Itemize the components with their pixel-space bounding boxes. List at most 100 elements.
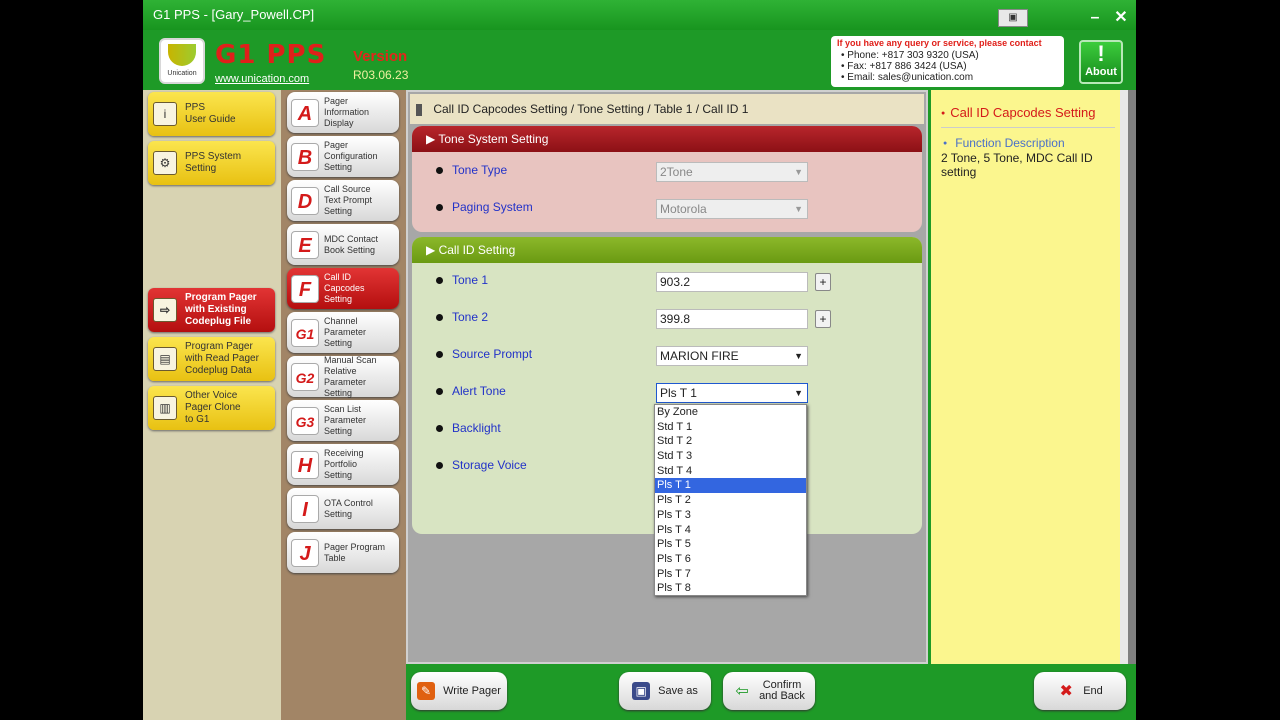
- page-nav-item-g3[interactable]: G3 Scan List Parameter Setting: [287, 400, 399, 441]
- bullet-icon: [436, 277, 443, 284]
- tone1-input[interactable]: 903.2: [656, 272, 808, 292]
- page-nav-item-i[interactable]: I OTA Control Setting: [287, 488, 399, 529]
- left-nav-item-2[interactable]: ⇨ Program Pager with Existing Codeplug Fi…: [148, 288, 275, 332]
- alert-tone-option[interactable]: Pls T 5: [655, 537, 806, 552]
- page-nav-label: Pager Program Table: [324, 541, 386, 563]
- tone1-row: Tone 1 903.2 +: [432, 270, 912, 294]
- bullet-icon: [436, 388, 443, 395]
- dropdown-arrow-icon: ▼: [794, 167, 803, 177]
- confirm-back-button[interactable]: ⇦ Confirm and Back: [723, 672, 815, 710]
- tone-type-select[interactable]: 2Tone ▼: [656, 162, 808, 182]
- logo-text: Unication: [167, 70, 197, 77]
- page-letter-icon: D: [291, 186, 319, 215]
- minimize-button[interactable]: –: [1086, 3, 1104, 33]
- left-nav-label: Other Voice Pager Clone to G1: [185, 390, 241, 425]
- page-letter-icon: G2: [291, 362, 319, 391]
- dropdown-arrow-icon: ▼: [794, 351, 803, 361]
- page-nav-label: Call Source Text Prompt Setting: [324, 184, 373, 216]
- window-controls: ▣ – ✕: [998, 3, 1130, 33]
- alert-tone-row: Alert Tone Pls T 1 ▼: [432, 381, 912, 405]
- page-nav-item-g1[interactable]: G1 Channel Parameter Setting: [287, 312, 399, 353]
- website-link[interactable]: www.unication.com: [215, 73, 309, 85]
- left-nav-item-3[interactable]: ▤ Program Pager with Read Pager Codeplug …: [148, 337, 275, 381]
- alert-tone-option[interactable]: Pls T 7: [655, 567, 806, 582]
- contact-fax: • Fax: +817 886 3424 (USA): [841, 61, 967, 72]
- tone-system-panel: ▶ Tone System Setting Tone Type 2Tone ▼ …: [412, 126, 922, 232]
- alert-tone-option[interactable]: Pls T 6: [655, 552, 806, 567]
- page-nav-item-f[interactable]: F Call ID Capcodes Setting: [287, 268, 399, 309]
- page-nav-item-e[interactable]: E MDC Contact Book Setting: [287, 224, 399, 265]
- alert-tone-option[interactable]: Std T 1: [655, 420, 806, 435]
- paging-system-select[interactable]: Motorola ▼: [656, 199, 808, 219]
- end-button[interactable]: ✖ End: [1034, 672, 1126, 710]
- alert-tone-value: Pls T 1: [660, 386, 697, 400]
- page-letter-icon: A: [291, 98, 319, 127]
- bullet-icon: [436, 351, 443, 358]
- alert-tone-option[interactable]: Pls T 3: [655, 508, 806, 523]
- alert-tone-label: Alert Tone: [452, 384, 506, 398]
- alert-tone-option[interactable]: Std T 3: [655, 449, 806, 464]
- page-nav-item-b[interactable]: B Pager Configuration Setting: [287, 136, 399, 177]
- page-nav-item-a[interactable]: A Pager Information Display: [287, 92, 399, 133]
- alert-tone-option[interactable]: By Zone: [655, 405, 806, 420]
- help-scrollbar[interactable]: [1120, 90, 1128, 664]
- page-nav-label: OTA Control Setting: [324, 497, 373, 519]
- page-nav-item-j[interactable]: J Pager Program Table: [287, 532, 399, 573]
- restore-button[interactable]: ▣: [998, 9, 1028, 27]
- write-pager-label: Write Pager: [443, 684, 501, 697]
- contact-heading: If you have any query or service, please…: [837, 38, 1042, 48]
- tone1-plus-button[interactable]: +: [815, 273, 831, 291]
- left-nav-label: PPS System Setting: [185, 151, 242, 174]
- write-pager-button[interactable]: ✎ Write Pager: [411, 672, 507, 710]
- page-letter-icon: F: [291, 274, 319, 303]
- page-nav-item-g2[interactable]: G2 Manual Scan Relative Parameter Setting: [287, 355, 399, 398]
- left-nav-label: PPS User Guide: [185, 102, 236, 125]
- alert-tone-dropdown-list: By Zone Std T 1 Std T 2 Std T 3 Std T 4 Pls T…: [654, 404, 807, 596]
- app-header: Unication G1 PPS www.unication.com Versi…: [143, 30, 1136, 90]
- source-prompt-select[interactable]: MARION FIRE ▼: [656, 346, 808, 366]
- exclamation-icon: !: [1097, 41, 1105, 66]
- about-button[interactable]: ! About: [1079, 40, 1123, 84]
- page-nav-label: Receiving Portfolio Setting: [324, 448, 364, 480]
- alert-tone-option[interactable]: Pls T 8: [655, 581, 806, 596]
- left-nav-item-0[interactable]: i PPS User Guide: [148, 92, 275, 136]
- tone2-label: Tone 2: [452, 310, 489, 324]
- bullet-icon: [436, 462, 443, 469]
- help-title: Call ID Capcodes Setting: [941, 105, 1095, 120]
- end-label: End: [1083, 684, 1103, 697]
- bullet-icon: [436, 314, 443, 321]
- close-button[interactable]: ✕: [1112, 3, 1130, 33]
- call-id-header[interactable]: ▶ Call ID Setting: [412, 237, 922, 263]
- page-nav: A Pager Information Display B Pager Configu…: [281, 90, 406, 720]
- bullet-icon: [436, 425, 443, 432]
- page-letter-icon: J: [291, 538, 319, 567]
- alert-tone-select[interactable]: Pls T 1 ▼: [656, 383, 808, 403]
- tone2-plus-button[interactable]: +: [815, 310, 831, 328]
- dropdown-arrow-icon: ▼: [794, 204, 803, 214]
- alert-tone-option[interactable]: Std T 4: [655, 464, 806, 479]
- page-nav-item-h[interactable]: H Receiving Portfolio Setting: [287, 444, 399, 485]
- page-letter-icon: I: [291, 494, 319, 523]
- page-letter-icon: H: [291, 450, 319, 479]
- save-as-button[interactable]: ▣ Save as: [619, 672, 711, 710]
- left-nav-item-4[interactable]: ▥ Other Voice Pager Clone to G1: [148, 386, 275, 430]
- alert-tone-option[interactable]: Pls T 2: [655, 493, 806, 508]
- alert-tone-option[interactable]: Std T 2: [655, 434, 806, 449]
- alert-tone-option[interactable]: Pls T 4: [655, 523, 806, 538]
- source-prompt-value: MARION FIRE: [660, 349, 739, 363]
- confirm-back-label: Confirm and Back: [759, 679, 805, 702]
- page-nav-item-d[interactable]: D Call Source Text Prompt Setting: [287, 180, 399, 221]
- tone-system-header[interactable]: ▶ Tone System Setting: [412, 126, 922, 152]
- page-nav-label: Pager Information Display: [324, 96, 370, 128]
- end-x-icon: ✖: [1059, 683, 1073, 700]
- tone2-input[interactable]: 399.8: [656, 309, 808, 329]
- brand-name: G1 PPS: [215, 40, 327, 70]
- tone-type-row: Tone Type 2Tone ▼: [432, 160, 912, 184]
- unication-logo: Unication: [159, 38, 205, 84]
- pager-read-icon: ▤: [153, 347, 177, 371]
- alert-tone-option[interactable]: Pls T 1: [655, 478, 806, 494]
- left-nav-item-1[interactable]: ⚙ PPS System Setting: [148, 141, 275, 185]
- left-nav-label: Program Pager with Existing Codeplug Fil…: [185, 292, 257, 327]
- contact-phone: • Phone: +817 303 9320 (USA): [841, 50, 979, 61]
- write-pager-icon: ✎: [417, 682, 436, 700]
